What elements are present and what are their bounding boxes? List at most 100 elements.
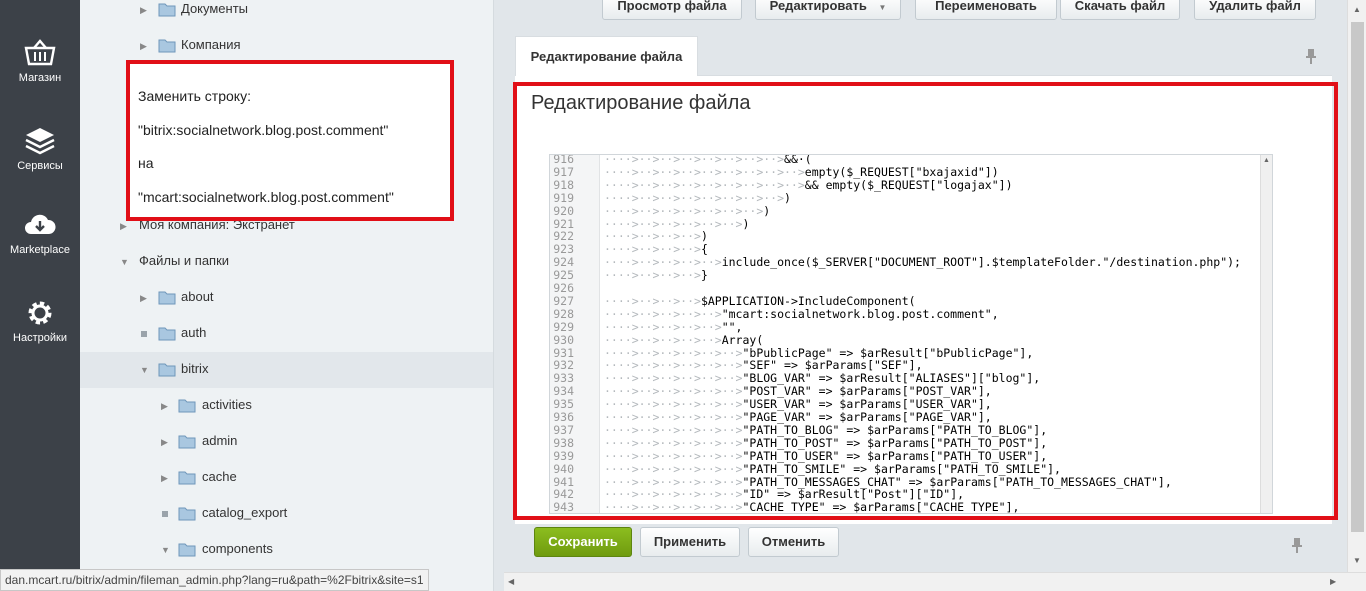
code-text: include_once($_SERVER["DOCUMENT_ROOT"].$… [721, 255, 1241, 270]
folder-icon [158, 3, 176, 17]
tree-row-activities[interactable]: ▶ activities [80, 388, 493, 424]
code-text: "PATH_TO_MESSAGES_CHAT" => $arParams["PA… [742, 474, 1172, 489]
tree-label: catalog_export [202, 505, 288, 520]
editor-scrollbar[interactable]: ▲ [1260, 155, 1272, 513]
edit-dropdown-button[interactable]: Редактировать ▼ [755, 0, 901, 20]
code-text: "USER_VAR" => $arParams["USER_VAR"], [742, 397, 992, 412]
scroll-right-arrow-icon[interactable]: ▶ [1330, 577, 1336, 586]
scroll-down-arrow-icon[interactable]: ▼ [1353, 556, 1361, 565]
tree-label: Компания [181, 37, 241, 52]
whitespace-markers: ····>··>··>··>··> [604, 255, 722, 270]
folder-icon [178, 543, 196, 557]
whitespace-markers: ····>··>··>··>··>··> [604, 422, 743, 437]
pin-icon[interactable] [1291, 537, 1303, 553]
whitespace-markers: ····>··>··>··>··>··>··> [604, 203, 764, 218]
line-number: 927 [553, 293, 574, 308]
apply-button[interactable]: Применить [640, 527, 740, 557]
whitespace-markers: ····>··>··>··>··>··> [604, 216, 743, 231]
menu-item-label: Сервисы [17, 160, 63, 172]
line-number: 943 [553, 500, 574, 514]
left-menu: Магазин Сервисы Marketplace Настройки [0, 0, 80, 591]
note-line-3: на [138, 155, 154, 171]
code-text: ) [742, 216, 750, 231]
tree-label: about [181, 289, 214, 304]
tree-row-files-folders[interactable]: ▼ Файлы и папки [80, 244, 493, 280]
tree-row-auth[interactable]: auth [80, 316, 493, 352]
whitespace-markers: ····>··>··>··>··>··> [604, 474, 743, 489]
scroll-up-arrow-icon[interactable]: ▲ [1263, 157, 1270, 164]
expand-arrow-icon[interactable]: ▶ [120, 220, 130, 232]
code-text: "CACHE_TYPE" => $arParams["CACHE_TYPE"], [742, 500, 1020, 514]
whitespace-markers: ····>··>··>··>··>··> [604, 384, 743, 399]
page-scrollbar[interactable]: ▲ ▼ [1347, 0, 1366, 572]
collapse-arrow-icon[interactable]: ▼ [140, 364, 150, 376]
cancel-button[interactable]: Отменить [748, 527, 839, 557]
download-file-button[interactable]: Скачать файл [1060, 0, 1180, 20]
expand-arrow-icon[interactable]: ▶ [140, 40, 150, 52]
folder-icon [158, 363, 176, 377]
folder-icon [158, 327, 176, 341]
menu-item-store[interactable]: Магазин [0, 38, 80, 84]
tab-edit-file[interactable]: Редактирование файла [515, 36, 698, 77]
tree-label: auth [181, 325, 207, 340]
delete-file-button[interactable]: Удалить файл [1194, 0, 1316, 20]
collapse-arrow-icon[interactable]: ▼ [120, 256, 130, 268]
tree-row-cache[interactable]: ▶ cache [80, 460, 493, 496]
horizontal-scrollbar[interactable]: ◀ ▶ [504, 572, 1366, 591]
expand-arrow-icon[interactable]: ▶ [161, 472, 171, 484]
tree-row-components[interactable]: ▼ components [80, 532, 493, 568]
whitespace-markers: ····>··>··>··>··>··> [604, 345, 743, 360]
line-number: 930 [553, 332, 574, 347]
tree-label: components [202, 541, 273, 556]
note-line-2: "bitrix:socialnetwork.blog.post.comment" [138, 122, 389, 138]
menu-item-marketplace[interactable]: Marketplace [0, 210, 80, 256]
note-line-4: "mcart:socialnetwork.blog.post.comment" [138, 189, 394, 205]
tree-label: Файлы и папки [139, 253, 230, 268]
whitespace-markers: ····>··>··>··>··>··> [604, 448, 743, 463]
tree-row-catalog-export[interactable]: catalog_export [80, 496, 493, 532]
expand-arrow-icon[interactable]: ▶ [140, 4, 150, 16]
leaf-dot-icon [141, 331, 147, 337]
line-number: 919 [553, 190, 574, 205]
code-text: Array( [721, 332, 764, 347]
whitespace-markers: ····>··>··>··>··>··> [604, 410, 743, 424]
line-number: 940 [553, 461, 574, 476]
whitespace-markers: ····>··>··>··>··>··>··>··>··> [604, 177, 805, 192]
folder-icon [178, 507, 196, 521]
code-lines: 916 ····>··>··>··>··>··>··>··>&&·(917 ····… [550, 155, 1272, 514]
rename-button[interactable]: Переименовать [915, 0, 1057, 20]
tree-row-company[interactable]: ▶ Компания [80, 28, 493, 64]
whitespace-markers: ····>··>··>··>··>··> [604, 358, 743, 373]
view-file-button[interactable]: Просмотр файла [602, 0, 742, 20]
expand-arrow-icon[interactable]: ▶ [161, 400, 171, 412]
menu-item-label: Marketplace [10, 244, 70, 256]
menu-item-services[interactable]: Сервисы [0, 126, 80, 172]
tree-label: Документы [181, 1, 249, 16]
expand-arrow-icon[interactable]: ▶ [140, 292, 150, 304]
tree-row-about[interactable]: ▶ about [80, 280, 493, 316]
status-bar-url: dan.mcart.ru/bitrix/admin/fileman_admin.… [0, 569, 429, 591]
code-line: 943 ····>··>··>··>··>··>"CACHE_TYPE" => $… [550, 500, 1272, 514]
folder-icon [178, 399, 196, 413]
scroll-up-arrow-icon[interactable]: ▲ [1353, 5, 1361, 14]
menu-item-settings[interactable]: Настройки [0, 298, 80, 344]
tree-row-admin[interactable]: ▶ admin [80, 424, 493, 460]
line-number: 929 [553, 319, 574, 334]
whitespace-markers: ····>··>··>··> [604, 268, 701, 283]
code-text: "mcart:socialnetwork.blog.post.comment", [721, 306, 999, 321]
tree-row-bitrix[interactable]: ▼ bitrix [80, 352, 493, 388]
code-text: && empty($_REQUEST["logajax"]) [804, 177, 1013, 192]
tree-row-documents[interactable]: ▶ Документы [80, 0, 493, 28]
code-text: ) [700, 229, 708, 244]
scroll-left-arrow-icon[interactable]: ◀ [508, 577, 514, 586]
pin-icon[interactable] [1305, 48, 1317, 64]
whitespace-markers: ····>··>··>··> [604, 229, 701, 244]
collapse-arrow-icon[interactable]: ▼ [161, 544, 171, 556]
tab-bar: Редактирование файла [515, 36, 1332, 77]
code-text: "PATH_TO_USER" => $arParams["PATH_TO_USE… [742, 448, 1048, 463]
whitespace-markers: ····>··>··>··>··>··>··>··>··> [604, 164, 805, 179]
expand-arrow-icon[interactable]: ▶ [161, 436, 171, 448]
scrollbar-thumb[interactable] [1351, 22, 1364, 532]
save-button[interactable]: Сохранить [534, 527, 632, 557]
code-editor[interactable]: 916 ····>··>··>··>··>··>··>··>&&·(917 ····… [549, 154, 1273, 514]
